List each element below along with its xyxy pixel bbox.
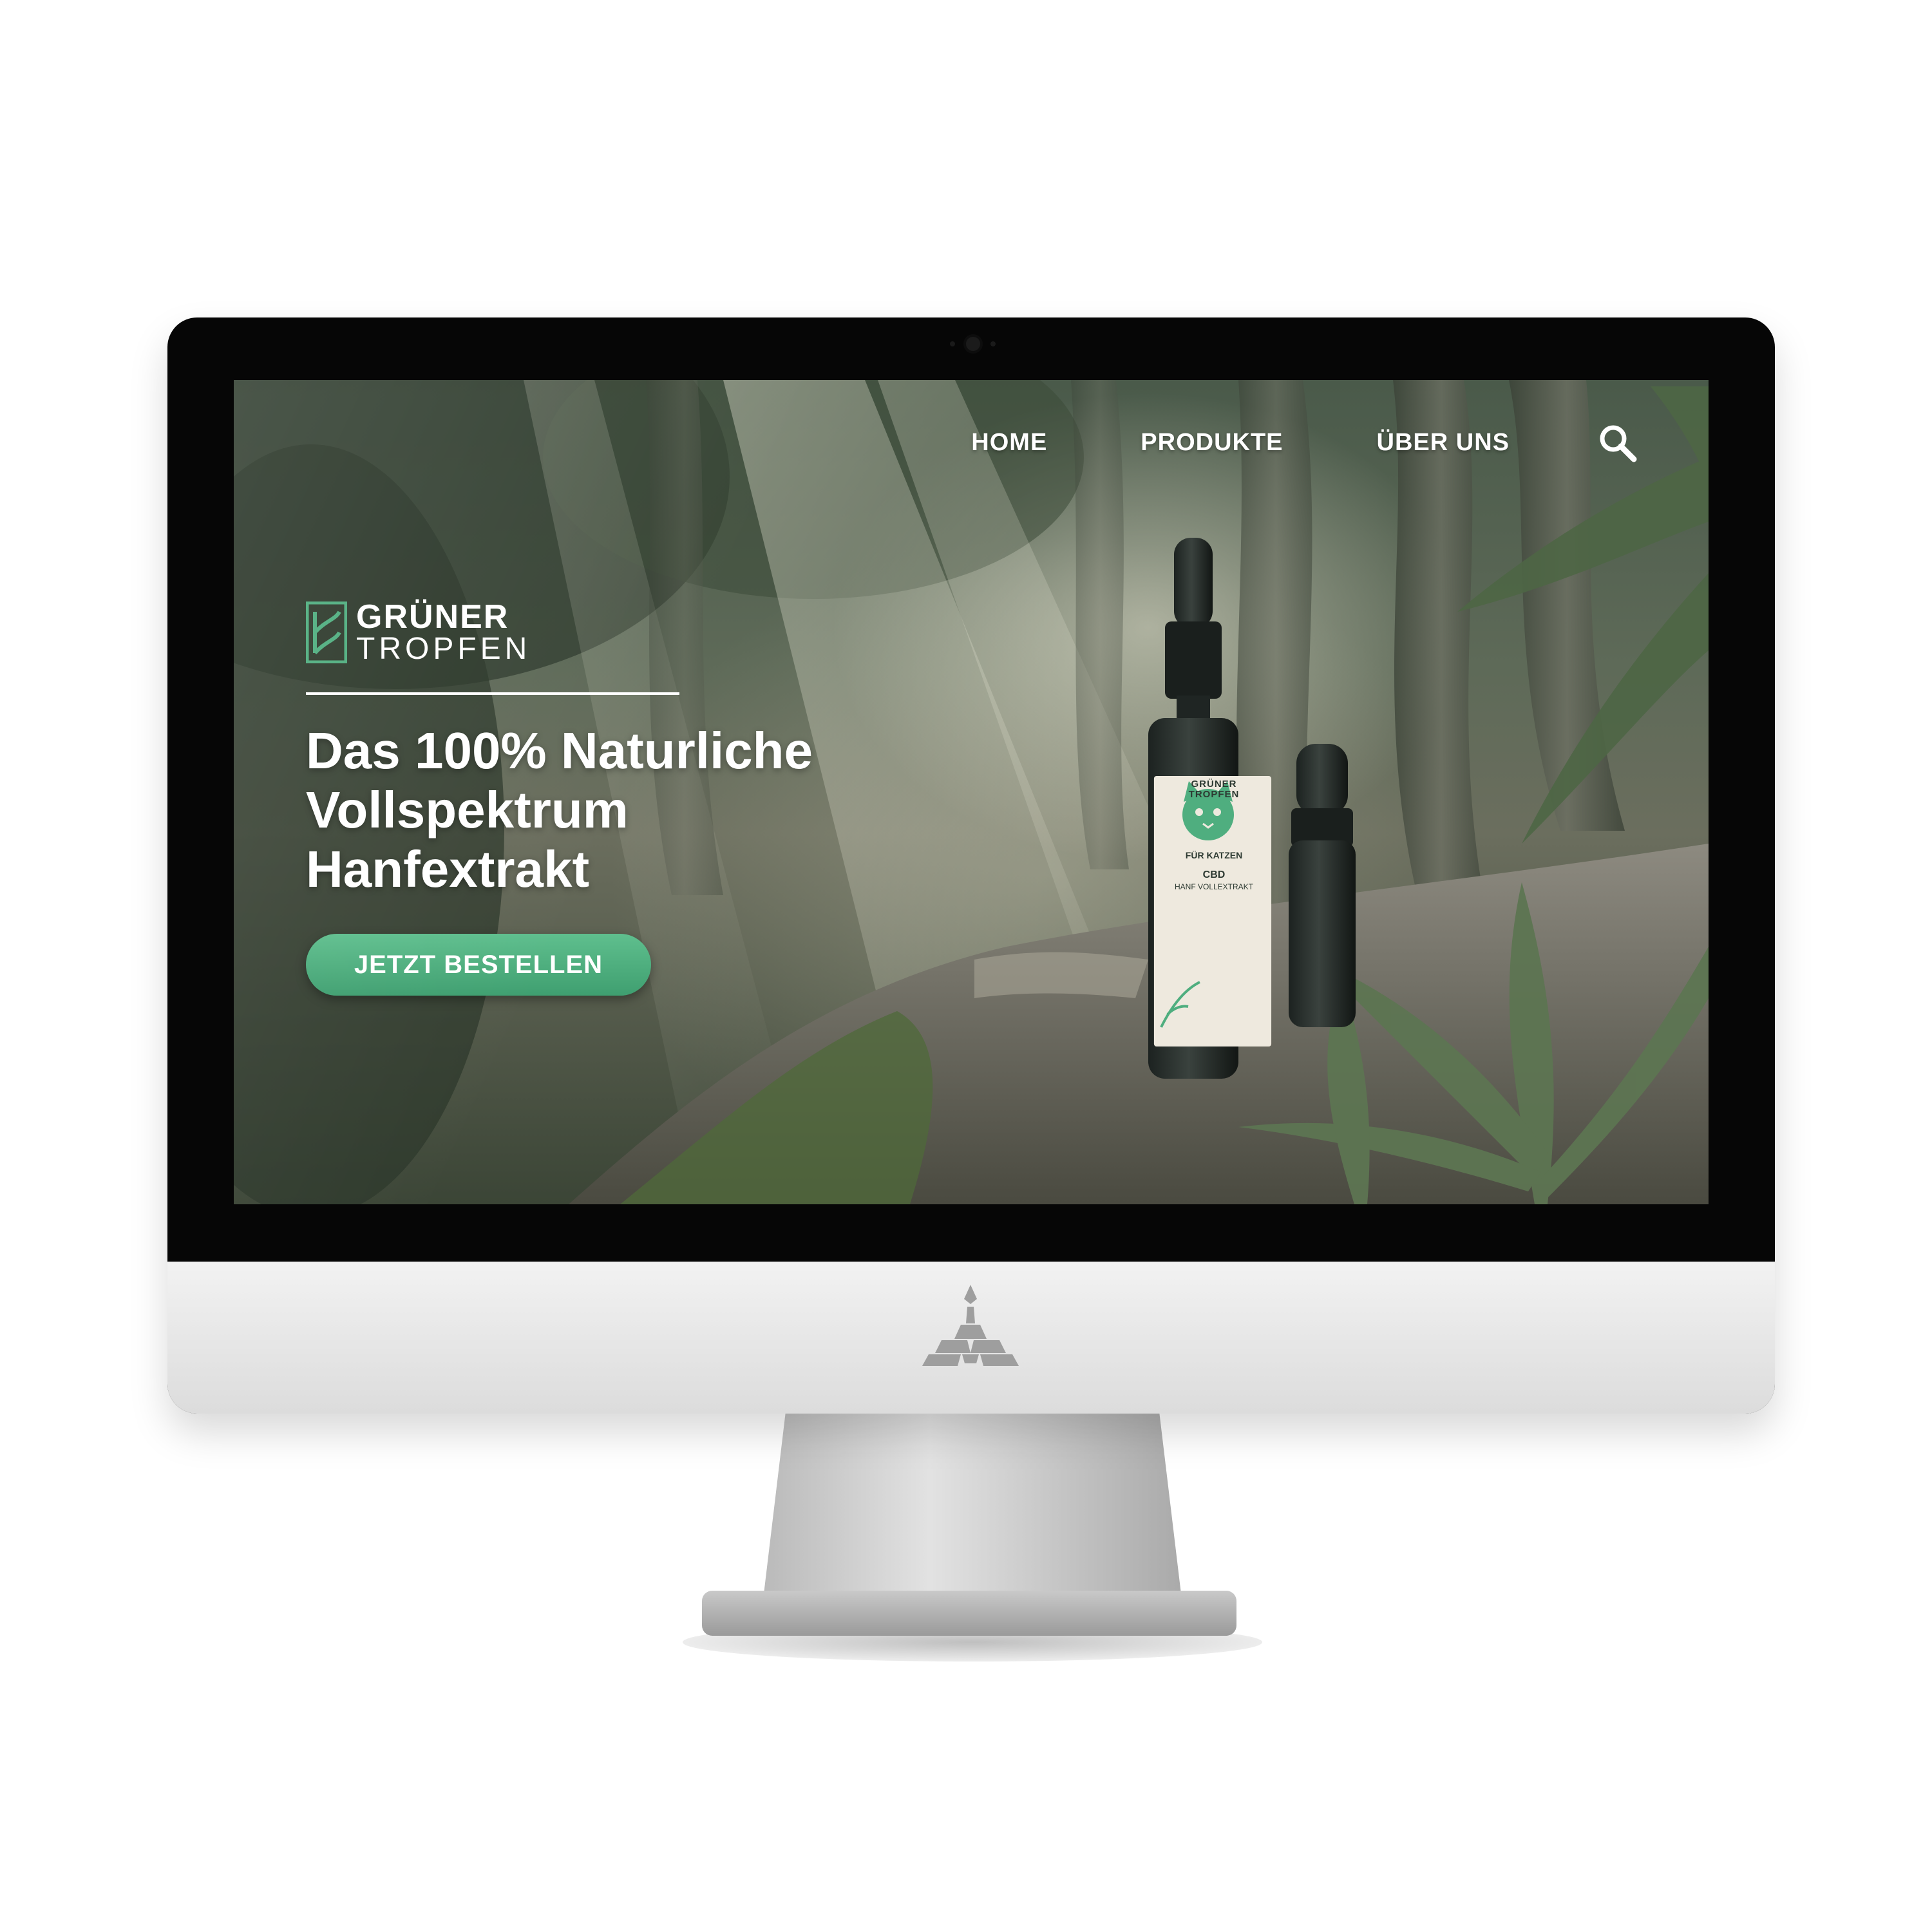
headline-line: Das 100% Naturliche — [306, 722, 813, 779]
monitor-chin — [167, 1262, 1775, 1414]
leaf-logo-icon — [306, 601, 347, 663]
camera — [966, 337, 980, 351]
brand-name-line1: GRÜNER — [356, 598, 509, 636]
nav-item-produkte[interactable]: PRODUKTE — [1141, 429, 1283, 457]
device-logo-icon — [922, 1285, 1019, 1366]
nav-item-home[interactable]: HOME — [971, 429, 1047, 457]
device-mockup: HOME PRODUKTE ÜBER UNS GRÜNER TROPFEN Da… — [0, 0, 1932, 1932]
headline-line: Hanfextrakt — [306, 840, 590, 898]
search-icon[interactable] — [1596, 422, 1638, 463]
camera-sensor — [990, 341, 996, 346]
bottle-label: GRÜNER TROPFEN FÜR KATZEN CBD HANF VOLLE… — [1155, 779, 1273, 892]
label-cbd: CBD — [1202, 869, 1226, 880]
label-brand: GRÜNER — [1191, 779, 1237, 790]
nav-item-ueber-uns[interactable]: ÜBER UNS — [1377, 429, 1510, 457]
monitor-stand-base — [702, 1591, 1236, 1636]
headline-line: Vollspektrum — [306, 781, 629, 838]
label-brand: TROPFEN — [1188, 789, 1240, 800]
hero-divider — [306, 692, 679, 695]
order-now-button[interactable]: JETZT BESTELLEN — [306, 934, 651, 996]
hero-headline: Das 100% Naturliche Vollspektrum Hanfext… — [306, 721, 1014, 899]
camera-sensor — [950, 341, 955, 346]
label-subtitle: HANF VOLLEXTRAKT — [1174, 882, 1254, 891]
website-screen: HOME PRODUKTE ÜBER UNS GRÜNER TROPFEN Da… — [234, 380, 1709, 1204]
brand-logo[interactable]: GRÜNER TROPFEN — [306, 600, 531, 665]
label-target: FÜR KATZEN — [1185, 850, 1243, 860]
main-navigation: HOME PRODUKTE ÜBER UNS — [971, 422, 1638, 463]
brand-name-line2: TROPFEN — [356, 632, 531, 666]
